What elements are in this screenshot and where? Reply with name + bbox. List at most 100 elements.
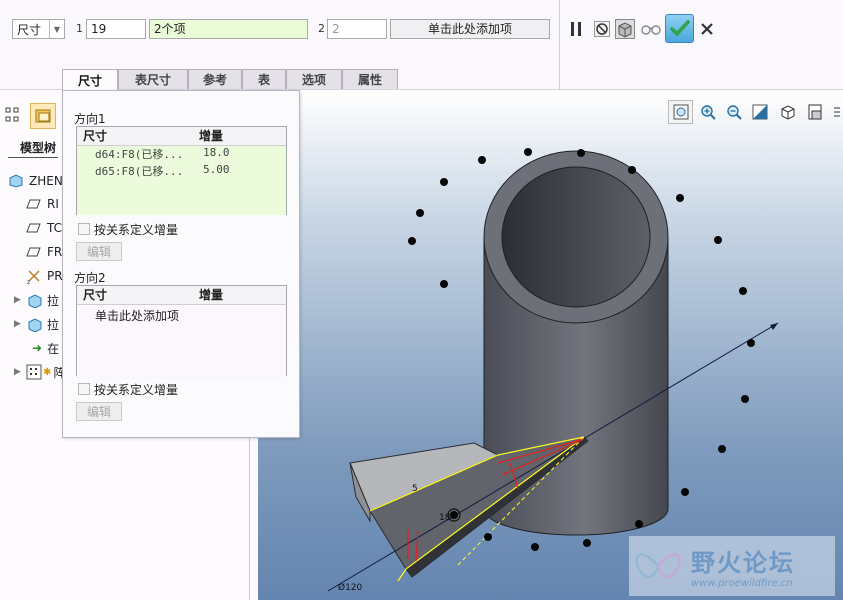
model-viewport[interactable]: 5 18 Ø120 bbox=[258, 91, 843, 600]
tree-tab-underline bbox=[8, 157, 58, 158]
pattern-member-dot[interactable] bbox=[747, 339, 755, 347]
pattern-member-dot[interactable] bbox=[714, 236, 722, 244]
direction1-table[interactable]: 尺寸 增量 d64:F8(已移... 18.0 d65:F8(已移... 5.0… bbox=[76, 126, 287, 215]
expand-arrow-icon[interactable]: ▶ bbox=[14, 295, 26, 305]
tree-item-extrude-2[interactable]: ▶ 拉 bbox=[14, 314, 59, 334]
tree-item-label: 拉 bbox=[47, 317, 60, 332]
direction1-count-input[interactable]: 19 bbox=[86, 19, 146, 39]
direction2-table[interactable]: 尺寸 增量 单击此处添加项 bbox=[76, 285, 287, 379]
column-header-dimension: 尺寸 bbox=[83, 288, 108, 302]
tab-table[interactable]: 表 bbox=[242, 69, 286, 89]
watermark-title: 野火论坛 bbox=[691, 549, 795, 577]
direction1-table-header: 尺寸 增量 bbox=[77, 127, 286, 146]
dimensions-panel: 方向1 尺寸 增量 d64:F8(已移... 18.0 d65:F8(已移...… bbox=[62, 90, 300, 438]
expand-arrow-icon[interactable]: ▶ bbox=[14, 319, 26, 329]
tree-item-label: TC bbox=[47, 221, 63, 235]
pattern-member-dot[interactable] bbox=[741, 395, 749, 403]
table-row[interactable]: d64:F8(已移... 18.0 bbox=[77, 146, 286, 163]
graphics-window[interactable]: 5 18 Ø120 野火论坛 www.proewildfire.cn bbox=[258, 91, 843, 600]
preview-box-icon bbox=[615, 19, 635, 39]
tab-reference[interactable]: 参考 bbox=[188, 69, 242, 89]
chevron-down-icon[interactable]: ▼ bbox=[49, 20, 64, 38]
tree-item-pattern[interactable]: ▶ ✱ 阵 bbox=[14, 362, 65, 382]
pattern-member-dot[interactable] bbox=[440, 280, 448, 288]
feature-preview-button[interactable] bbox=[614, 18, 636, 40]
tab-properties[interactable]: 属性 bbox=[342, 69, 398, 89]
pattern-member-dot[interactable] bbox=[524, 148, 532, 156]
axis-arrowhead bbox=[770, 323, 778, 330]
cancel-button[interactable] bbox=[698, 18, 716, 40]
direction2-number: 2 bbox=[318, 22, 325, 35]
apply-button[interactable] bbox=[665, 14, 694, 43]
dimension-cell: d64:F8(已移... bbox=[95, 148, 184, 161]
tree-structure-icon[interactable] bbox=[4, 105, 22, 127]
pause-button[interactable] bbox=[566, 18, 586, 40]
direction1-table-empty-area bbox=[77, 180, 286, 215]
pattern-member-dot[interactable] bbox=[718, 445, 726, 453]
verify-mode-button[interactable] bbox=[640, 18, 662, 40]
tree-item-insert-here[interactable]: ➜ 在 bbox=[32, 338, 59, 358]
pattern-member-dot[interactable] bbox=[416, 209, 424, 217]
increment-cell[interactable]: 18.0 bbox=[203, 146, 230, 163]
watermark-url: www.proewildfire.cn bbox=[691, 578, 793, 589]
checkmark-icon bbox=[669, 19, 690, 37]
increment-cell[interactable]: 5.00 bbox=[203, 163, 230, 180]
tab-options[interactable]: 选项 bbox=[286, 69, 342, 89]
pattern-member-dot[interactable] bbox=[450, 511, 458, 519]
no-preview-icon bbox=[594, 21, 610, 37]
pattern-icon bbox=[26, 364, 42, 380]
close-icon bbox=[701, 23, 713, 35]
pattern-member-dot[interactable] bbox=[628, 166, 636, 174]
folder-browser-icon[interactable] bbox=[30, 103, 56, 129]
dimension-diameter[interactable]: Ø120 bbox=[338, 582, 363, 593]
pattern-member-dot[interactable] bbox=[577, 149, 585, 157]
tab-table-dimensions[interactable]: 表尺寸 bbox=[118, 69, 188, 89]
direction1-collector[interactable]: 2个项 bbox=[149, 19, 308, 39]
extrude-icon bbox=[28, 318, 42, 332]
coordinate-system-icon: z bbox=[27, 270, 40, 284]
no-preview-button[interactable] bbox=[592, 18, 612, 40]
pattern-member-dot[interactable] bbox=[531, 543, 539, 551]
relation-increment-checkbox[interactable] bbox=[78, 223, 90, 235]
tree-item-csys[interactable]: z PR bbox=[26, 266, 63, 286]
tree-item-datum-plane-front[interactable]: FR bbox=[26, 242, 62, 262]
tab-dimensions[interactable]: 尺寸 bbox=[62, 69, 118, 90]
glasses-icon bbox=[641, 25, 661, 35]
tree-item-root[interactable]: ZHEN bbox=[8, 171, 63, 191]
pattern-type-select[interactable]: 尺寸 ▼ bbox=[12, 19, 65, 39]
pattern-member-dot[interactable] bbox=[440, 178, 448, 186]
svg-text:z: z bbox=[27, 279, 30, 284]
pattern-member-dot[interactable] bbox=[484, 533, 492, 541]
pattern-member-dot[interactable] bbox=[739, 287, 747, 295]
datum-plane-icon bbox=[26, 223, 41, 233]
edit-button-2[interactable]: 编辑 bbox=[76, 402, 122, 421]
edit-button[interactable]: 编辑 bbox=[76, 242, 122, 261]
pattern-member-dot[interactable] bbox=[478, 156, 486, 164]
model-tree-tab-label[interactable]: 模型树 bbox=[20, 139, 56, 156]
pattern-type-value: 尺寸 bbox=[17, 22, 42, 37]
dimension-cell: d65:F8(已移... bbox=[95, 165, 184, 178]
toolbar-divider bbox=[559, 0, 560, 90]
pattern-member-dot[interactable] bbox=[583, 539, 591, 547]
relation-increment-checkbox-2[interactable] bbox=[78, 383, 90, 395]
direction2-add-item-prompt[interactable]: 单击此处添加项 bbox=[77, 305, 286, 379]
pattern-member-dot[interactable] bbox=[681, 488, 689, 496]
datum-plane-icon bbox=[26, 247, 41, 257]
direction2-label: 方向2 bbox=[74, 271, 106, 285]
table-row[interactable]: d65:F8(已移... 5.00 bbox=[77, 163, 286, 180]
tree-item-datum-plane-right[interactable]: RI bbox=[26, 194, 59, 214]
expand-arrow-icon[interactable]: ▶ bbox=[14, 367, 26, 377]
tree-item-datum-plane-top[interactable]: TC bbox=[26, 218, 62, 238]
pattern-member-dot[interactable] bbox=[676, 194, 684, 202]
column-header-dimension: 尺寸 bbox=[83, 129, 108, 143]
relation-increment-label-2: 按关系定义增量 bbox=[94, 383, 179, 397]
tree-item-label: PR bbox=[47, 269, 63, 283]
direction2-collector[interactable]: 单击此处添加项 bbox=[390, 19, 550, 39]
pattern-member-dot[interactable] bbox=[408, 237, 416, 245]
new-feature-star-icon: ✱ bbox=[43, 366, 52, 378]
pattern-member-dot[interactable] bbox=[635, 520, 643, 528]
tree-item-extrude-1[interactable]: ▶ 拉 bbox=[14, 290, 59, 310]
dimension-5[interactable]: 5 bbox=[412, 484, 418, 494]
column-header-increment: 增量 bbox=[199, 129, 224, 143]
direction2-count-input[interactable]: 2 bbox=[327, 19, 387, 39]
